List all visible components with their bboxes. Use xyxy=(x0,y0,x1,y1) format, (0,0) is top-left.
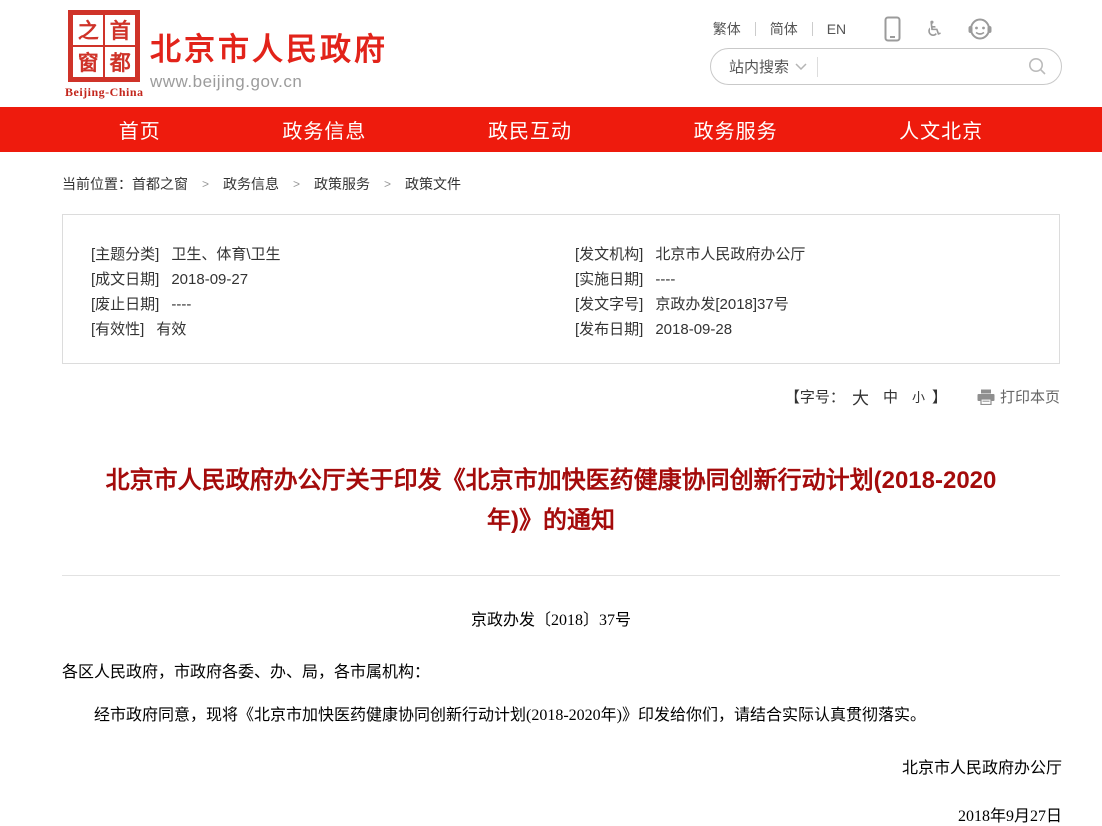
metadata-label: [有效性] xyxy=(91,317,144,342)
nav-item-services[interactable]: 政务服务 xyxy=(694,115,778,144)
fontsize-large-button[interactable]: 大 xyxy=(852,384,869,409)
mobile-version-icon[interactable] xyxy=(884,16,901,42)
divider xyxy=(817,57,818,77)
fontsize-medium-button[interactable]: 中 xyxy=(883,386,898,407)
logo-caption: Beijing-China xyxy=(65,85,144,100)
site-search-bar: 站内搜索 xyxy=(710,48,1062,85)
metadata-value: 京政办发[2018]37号 xyxy=(655,292,788,317)
breadcrumb-prefix: 当前位置： xyxy=(62,174,132,194)
metadata-right-column: [发文机构] 北京市人民政府办公厅 [实施日期] ---- [发文字号] 京政办… xyxy=(575,242,1059,342)
metadata-value: 2018-09-27 xyxy=(171,267,248,292)
print-page-button[interactable]: 打印本页 xyxy=(977,386,1060,407)
header-top-links: 繁体 简体 EN ♿ xyxy=(699,16,992,42)
document-body: 京政办发〔2018〕37号 各区人民政府，市政府各委、办、局，各市属机构： 经市… xyxy=(0,606,1102,826)
metadata-row-subject-category: [主题分类] 卫生、体育\卫生 xyxy=(91,242,575,267)
metadata-label: [实施日期] xyxy=(575,267,643,292)
metadata-label: [成文日期] xyxy=(91,267,159,292)
metadata-label: [主题分类] xyxy=(91,242,159,267)
print-page-label: 打印本页 xyxy=(1000,386,1060,407)
page-toolbar: 【字号： 大 中 小 】 打印本页 xyxy=(62,384,1060,409)
fontsize-small-button[interactable]: 小 xyxy=(912,387,925,406)
breadcrumb-separator: > xyxy=(202,177,209,191)
metadata-value: ---- xyxy=(655,267,675,292)
nav-item-government-info[interactable]: 政务信息 xyxy=(282,115,366,144)
search-scope-dropdown[interactable]: 站内搜索 xyxy=(729,56,807,77)
metadata-left-column: [主题分类] 卫生、体育\卫生 [成文日期] 2018-09-27 [废止日期]… xyxy=(91,242,575,342)
main-nav: 首页 政务信息 政民互动 政务服务 人文北京 xyxy=(0,107,1102,152)
site-title[interactable]: 北京市人民政府 xyxy=(150,24,388,69)
breadcrumb-separator: > xyxy=(384,177,391,191)
metadata-value: 北京市人民政府办公厅 xyxy=(655,242,805,267)
metadata-label: [废止日期] xyxy=(91,292,159,317)
seal-char: 窗 xyxy=(72,46,104,78)
accessibility-icon[interactable]: ♿ xyxy=(925,19,944,40)
search-scope-label: 站内搜索 xyxy=(729,56,789,77)
metadata-row-issuing-agency: [发文机构] 北京市人民政府办公厅 xyxy=(575,242,1059,267)
metadata-value: 卫生、体育\卫生 xyxy=(171,242,280,267)
fontsize-label-close: 】 xyxy=(932,386,947,407)
breadcrumb-item-policy-documents[interactable]: 政策文件 xyxy=(405,174,461,194)
site-header: 之 首 窗 都 Beijing-China 北京市人民政府 www.beijin… xyxy=(0,0,1102,107)
nav-item-home[interactable]: 首页 xyxy=(119,115,161,144)
breadcrumb: 当前位置： 首都之窗 > 政务信息 > 政策服务 > 政策文件 xyxy=(62,174,1102,194)
document-date: 2018年9月27日 xyxy=(0,802,1062,826)
seal-char: 首 xyxy=(104,14,136,46)
metadata-label: [发文字号] xyxy=(575,292,643,317)
chevron-down-icon xyxy=(795,63,807,70)
metadata-row-publish-date: [发布日期] 2018-09-28 xyxy=(575,317,1059,342)
breadcrumb-item-policy-services[interactable]: 政策服务 xyxy=(314,174,370,194)
seal-char: 都 xyxy=(104,46,136,78)
metadata-value: ---- xyxy=(171,292,191,317)
service-robot-icon[interactable] xyxy=(968,18,992,40)
metadata-row-repeal-date: [废止日期] ---- xyxy=(91,292,575,317)
breadcrumb-item-capital-window[interactable]: 首都之窗 xyxy=(132,174,188,194)
fontsize-label-open: 【字号： xyxy=(785,386,845,407)
document-metadata-box: [主题分类] 卫生、体育\卫生 [成文日期] 2018-09-27 [废止日期]… xyxy=(62,214,1060,364)
search-input[interactable] xyxy=(828,59,1028,75)
lang-traditional-link[interactable]: 繁体 xyxy=(699,19,755,39)
nav-item-culture[interactable]: 人文北京 xyxy=(899,115,983,144)
document-salutation: 各区人民政府，市政府各委、办、局，各市属机构： xyxy=(62,658,1040,682)
lang-english-link[interactable]: EN xyxy=(813,21,860,37)
metadata-value: 有效 xyxy=(156,317,186,342)
metadata-row-effective-date: [实施日期] ---- xyxy=(575,267,1059,292)
site-logo[interactable]: 之 首 窗 都 Beijing-China xyxy=(65,10,144,100)
capital-window-seal-icon: 之 首 窗 都 xyxy=(68,10,140,82)
site-url: www.beijing.gov.cn xyxy=(150,72,388,92)
breadcrumb-item-government-info[interactable]: 政务信息 xyxy=(223,174,279,194)
document-title: 北京市人民政府办公厅关于印发《北京市加快医药健康协同创新行动计划(2018-20… xyxy=(86,461,1016,541)
document-signature: 北京市人民政府办公厅 xyxy=(0,754,1062,778)
document-number: 京政办发〔2018〕37号 xyxy=(0,606,1102,630)
title-divider xyxy=(62,575,1060,576)
document-paragraph: 经市政府同意，现将《北京市加快医药健康协同创新行动计划(2018-2020年)》… xyxy=(62,704,1040,728)
metadata-label: [发文机构] xyxy=(575,242,643,267)
metadata-row-written-date: [成文日期] 2018-09-27 xyxy=(91,267,575,292)
nav-item-interaction[interactable]: 政民互动 xyxy=(488,115,572,144)
search-icon[interactable] xyxy=(1028,57,1047,76)
metadata-row-document-number: [发文字号] 京政办发[2018]37号 xyxy=(575,292,1059,317)
breadcrumb-separator: > xyxy=(293,177,300,191)
lang-simplified-link[interactable]: 简体 xyxy=(756,19,812,39)
metadata-row-validity: [有效性] 有效 xyxy=(91,317,575,342)
metadata-value: 2018-09-28 xyxy=(655,317,732,342)
printer-icon xyxy=(977,389,995,405)
seal-char: 之 xyxy=(72,14,104,46)
site-ident: 北京市人民政府 www.beijing.gov.cn xyxy=(150,24,388,92)
metadata-label: [发布日期] xyxy=(575,317,643,342)
